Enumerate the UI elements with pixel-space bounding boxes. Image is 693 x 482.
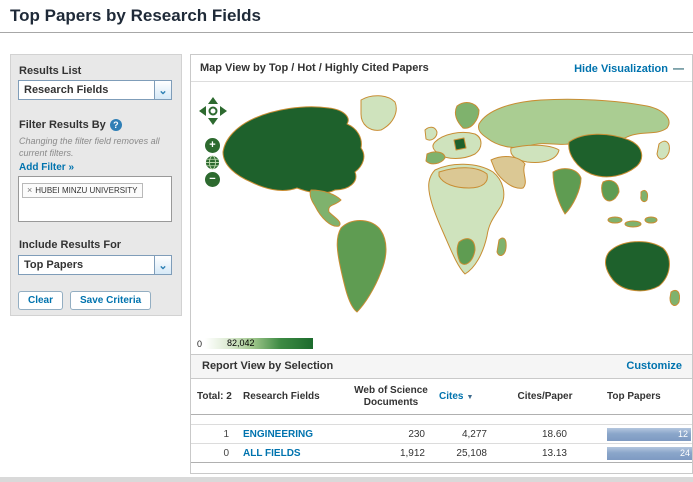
row-rank: 0 bbox=[191, 448, 241, 459]
column-header-cites-per-paper[interactable]: Cites/Paper bbox=[499, 391, 591, 403]
hide-visualization-link[interactable]: Hide Visualization bbox=[574, 63, 668, 75]
globe-button[interactable] bbox=[205, 155, 220, 170]
report-view-header: Report View by Selection Customize bbox=[191, 354, 692, 379]
column-header-cites-label: Cites bbox=[439, 391, 463, 402]
zoom-out-button[interactable]: − bbox=[205, 172, 220, 187]
pan-control[interactable] bbox=[198, 96, 228, 126]
legend-min-label: 0 bbox=[197, 339, 202, 349]
column-header-documents[interactable]: Web of Science Documents bbox=[345, 385, 437, 409]
customize-link[interactable]: Customize bbox=[626, 355, 682, 378]
research-field-link[interactable]: ENGINEERING bbox=[243, 429, 313, 440]
chevron-down-icon[interactable]: ⌄ bbox=[154, 81, 171, 99]
top-papers-bar: 12 bbox=[607, 428, 691, 441]
add-filter-link[interactable]: Add Filter » bbox=[19, 162, 74, 173]
world-map[interactable] bbox=[211, 90, 685, 326]
collapse-icon[interactable]: — bbox=[673, 63, 684, 75]
column-header-top-papers[interactable]: Top Papers bbox=[591, 391, 692, 402]
map-legend: 0 82,042 bbox=[197, 338, 313, 349]
row-rank: 1 bbox=[191, 429, 241, 440]
map-header-actions: Hide Visualization — bbox=[574, 55, 684, 82]
table-rows: 1 ENGINEERING 230 4,277 18.60 12 0 bbox=[191, 424, 692, 463]
table-header-row: Total: 2 Research Fields Web of Science … bbox=[191, 379, 692, 415]
row-field-cell: ENGINEERING bbox=[241, 429, 345, 440]
filter-tag-label: HUBEI MINZU UNIVERSITY bbox=[35, 186, 137, 195]
results-list-value: Research Fields bbox=[19, 84, 108, 96]
top-papers-bar: 24 bbox=[607, 447, 692, 460]
research-field-link[interactable]: ALL FIELDS bbox=[243, 448, 301, 459]
column-header-research-fields[interactable]: Research Fields bbox=[241, 391, 345, 402]
zoom-in-button[interactable]: + bbox=[205, 138, 220, 153]
row-cites: 25,108 bbox=[437, 448, 499, 459]
include-results-label: Include Results For bbox=[19, 239, 121, 251]
table-row: 0 ALL FIELDS 1,912 25,108 13.13 24 bbox=[191, 443, 692, 462]
filter-tag[interactable]: × HUBEI MINZU UNIVERSITY bbox=[22, 183, 143, 198]
report-view-title: Report View by Selection bbox=[202, 355, 333, 378]
table-row: 1 ENGINEERING 230 4,277 18.60 12 bbox=[191, 424, 692, 443]
help-icon[interactable]: ? bbox=[110, 119, 122, 131]
row-cites-per-paper: 18.60 bbox=[499, 429, 591, 440]
remove-icon[interactable]: × bbox=[27, 186, 32, 194]
title-divider bbox=[0, 32, 693, 33]
results-list-dropdown[interactable]: Research Fields ⌄ bbox=[18, 80, 172, 100]
top-papers-value: 24 bbox=[680, 448, 690, 458]
column-header-cites[interactable]: Cites▼ bbox=[437, 391, 499, 402]
row-field-cell: ALL FIELDS bbox=[241, 448, 345, 459]
legend-max-label: 82,042 bbox=[227, 338, 255, 349]
top-papers-value: 12 bbox=[678, 429, 688, 439]
filter-tags-box: × HUBEI MINZU UNIVERSITY bbox=[18, 176, 172, 222]
legend-gradient: 82,042 bbox=[205, 338, 313, 349]
results-list-label: Results List bbox=[19, 65, 81, 77]
sort-desc-icon: ▼ bbox=[466, 394, 473, 401]
filter-by-row: Filter Results By ? bbox=[19, 119, 122, 131]
row-documents: 230 bbox=[345, 429, 437, 440]
map-view-header: Map View by Top / Hot / Highly Cited Pap… bbox=[191, 55, 692, 82]
map-view-title: Map View by Top / Hot / Highly Cited Pap… bbox=[200, 55, 429, 82]
chevron-down-icon[interactable]: ⌄ bbox=[154, 256, 171, 274]
bottom-edge bbox=[0, 477, 693, 482]
include-results-value: Top Papers bbox=[19, 259, 83, 271]
include-results-dropdown[interactable]: Top Papers ⌄ bbox=[18, 255, 172, 275]
filter-note: Changing the filter field removes all cu… bbox=[19, 136, 171, 159]
page-title: Top Papers by Research Fields bbox=[10, 6, 261, 26]
top-papers-cell: 12 bbox=[591, 428, 692, 441]
top-papers-cell: 24 bbox=[591, 447, 692, 460]
total-count-label: Total: 2 bbox=[191, 391, 241, 402]
sidebar: Results List Research Fields ⌄ Filter Re… bbox=[10, 54, 182, 316]
row-cites-per-paper: 13.13 bbox=[499, 448, 591, 459]
esi-top-papers-page: Top Papers by Research Fields Results Li… bbox=[0, 0, 693, 482]
sidebar-buttons: Clear Save Criteria bbox=[18, 291, 151, 310]
filter-by-label: Filter Results By bbox=[19, 119, 106, 131]
row-documents: 1,912 bbox=[345, 448, 437, 459]
main-panel: Map View by Top / Hot / Highly Cited Pap… bbox=[190, 54, 693, 474]
map-area: + − 0 82,042 bbox=[191, 82, 692, 354]
save-criteria-button[interactable]: Save Criteria bbox=[70, 291, 151, 310]
report-table: Total: 2 Research Fields Web of Science … bbox=[191, 379, 692, 473]
row-cites: 4,277 bbox=[437, 429, 499, 440]
clear-button[interactable]: Clear bbox=[18, 291, 63, 310]
